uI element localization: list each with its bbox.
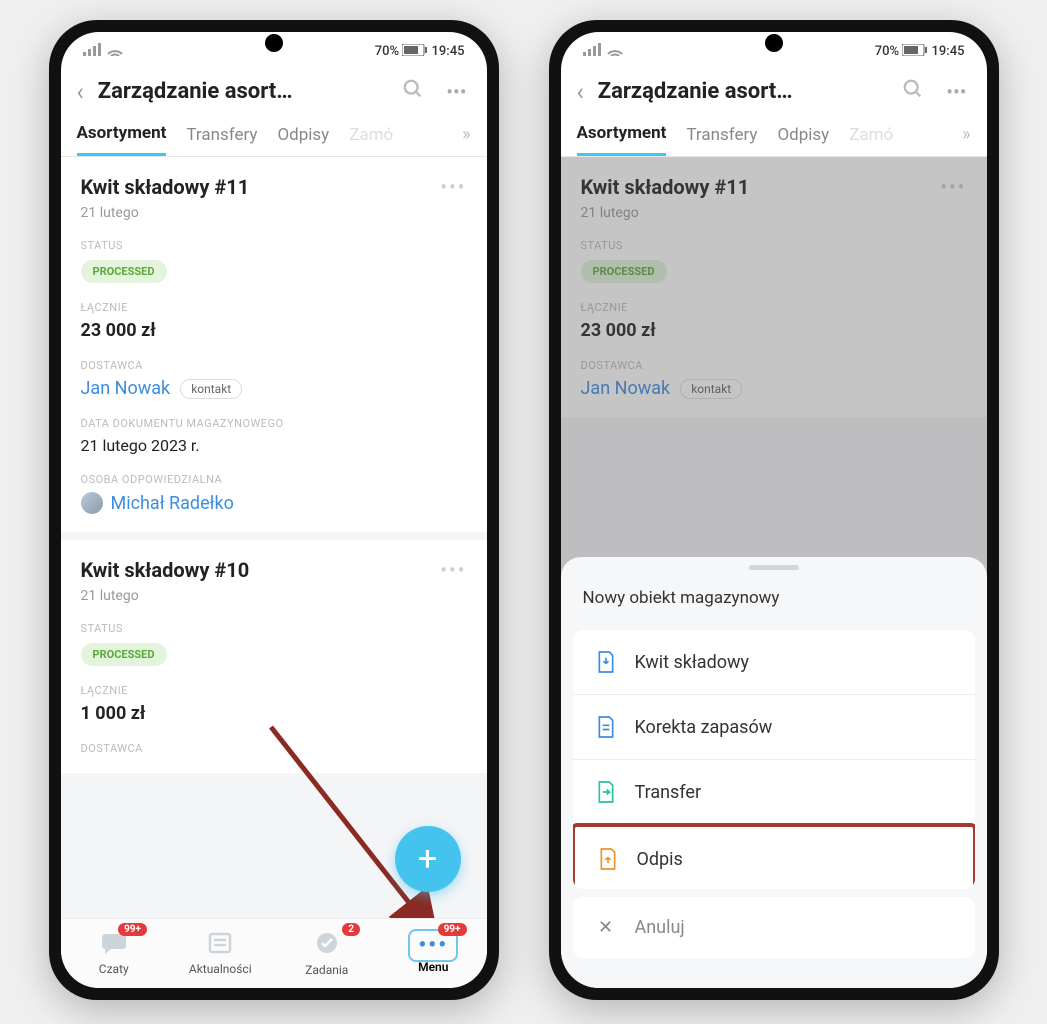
card-item[interactable]: Kwit składowy #11 21 lutego ••• STATUS P… <box>61 157 487 532</box>
docdate-value: 21 lutego 2023 r. <box>81 436 467 455</box>
sheet-cancel[interactable]: ✕ Anuluj <box>573 897 975 958</box>
clock: 19:45 <box>432 44 465 59</box>
status-badge: PROCESSED <box>81 260 167 283</box>
camera-notch <box>765 34 783 52</box>
bottom-sheet: Nowy obiekt magazynowy Kwit składowy Kor… <box>561 557 987 988</box>
signal-icon <box>583 42 623 60</box>
battery-text: 70% <box>375 44 399 59</box>
tabs-scroll-icon[interactable]: » <box>962 124 970 155</box>
document-up-icon <box>597 847 619 871</box>
search-icon[interactable] <box>898 74 928 109</box>
screen-left: 70% 19:45 ‹ Zarządzanie asort… ••• Asort… <box>61 32 487 988</box>
clock: 19:45 <box>932 44 965 59</box>
nav-label: Zadania <box>305 963 348 977</box>
fab-add-button[interactable]: + <box>395 826 461 892</box>
total-label: ŁĄCZNIE <box>81 684 467 697</box>
status-label: STATUS <box>81 622 467 635</box>
document-transfer-icon <box>595 780 617 804</box>
nav-news[interactable]: Aktualności <box>167 919 274 988</box>
app-header: ‹ Zarządzanie asort… ••• <box>61 64 487 117</box>
status-right: 70% 19:45 <box>875 44 965 59</box>
news-icon <box>208 932 232 960</box>
sheet-handle[interactable] <box>749 565 799 570</box>
battery-text: 70% <box>875 44 899 59</box>
sheet-option-transfer[interactable]: Transfer <box>573 760 975 825</box>
card-item[interactable]: Kwit składowy #10 21 lutego ••• STATUS P… <box>61 540 487 773</box>
total-value: 23 000 zł <box>81 320 467 341</box>
more-icon[interactable]: ••• <box>942 76 970 108</box>
close-icon: ✕ <box>595 917 617 938</box>
card-menu-icon[interactable]: ••• <box>440 175 466 199</box>
sheet-option-odpis[interactable]: Odpis <box>573 823 975 889</box>
tab-transfery[interactable]: Transfery <box>686 125 757 155</box>
card-title: Kwit składowy #10 <box>81 558 250 582</box>
responsible-link[interactable]: Michał Radełko <box>111 493 234 514</box>
page-title: Zarządzanie asort… <box>98 79 385 104</box>
status-right: 70% 19:45 <box>375 44 465 59</box>
sheet-cancel-block: ✕ Anuluj <box>573 897 975 958</box>
tab-odpisy[interactable]: Odpisy <box>777 125 829 155</box>
supplier-label: DOSTAWCA <box>81 359 467 372</box>
sheet-option-label: Kwit składowy <box>635 652 750 673</box>
tab-zamowienia[interactable]: Zamó <box>849 125 893 155</box>
nav-menu[interactable]: ••• 99+ Menu <box>380 919 487 988</box>
nav-label: Aktualności <box>189 962 252 976</box>
card-date: 21 lutego <box>81 205 250 221</box>
total-label: ŁĄCZNIE <box>81 301 467 314</box>
sheet-option-label: Korekta zapasów <box>635 717 773 738</box>
sheet-title: Nowy obiekt magazynowy <box>561 574 987 622</box>
supplier-label: DOSTAWCA <box>81 742 467 755</box>
card-date: 21 lutego <box>81 588 250 604</box>
status-badge: PROCESSED <box>81 643 167 666</box>
tabs-scroll-icon[interactable]: » <box>462 124 470 155</box>
sheet-option-label: Odpis <box>637 849 683 870</box>
sheet-option-korekta[interactable]: Korekta zapasów <box>573 695 975 760</box>
screen-right: 70% 19:45 ‹ Zarządzanie asort… ••• Asort… <box>561 32 987 988</box>
phone-left: 70% 19:45 ‹ Zarządzanie asort… ••• Asort… <box>49 20 499 1000</box>
content-scroll[interactable]: Kwit składowy #11 21 lutego ••• STATUS P… <box>61 157 487 988</box>
card-menu-icon[interactable]: ••• <box>440 558 466 582</box>
nav-badge: 99+ <box>118 923 147 936</box>
responsible-label: OSOBA ODPOWIEDZIALNA <box>81 473 467 486</box>
tabs: Asortyment Transfery Odpisy Zamó » <box>561 117 987 157</box>
app-header: ‹ Zarządzanie asort… ••• <box>561 64 987 117</box>
search-icon[interactable] <box>398 74 428 109</box>
tab-odpisy[interactable]: Odpisy <box>277 125 329 155</box>
tabs: Asortyment Transfery Odpisy Zamó » <box>61 117 487 157</box>
card-title: Kwit składowy #11 <box>81 175 250 199</box>
tab-asortyment[interactable]: Asortyment <box>77 123 167 156</box>
back-icon[interactable]: ‹ <box>577 78 584 106</box>
phone-right: 70% 19:45 ‹ Zarządzanie asort… ••• Asort… <box>549 20 999 1000</box>
bottom-nav: 99+ Czaty Aktualności 2 Zadania ••• <box>61 918 487 988</box>
sheet-option-kwit[interactable]: Kwit składowy <box>573 630 975 695</box>
document-swap-icon <box>595 715 617 739</box>
status-label: STATUS <box>81 239 467 252</box>
tab-asortyment[interactable]: Asortyment <box>577 123 667 156</box>
nav-label: Menu <box>418 960 448 974</box>
supplier-link[interactable]: Jan Nowak <box>81 378 171 399</box>
document-down-icon <box>595 650 617 674</box>
nav-tasks[interactable]: 2 Zadania <box>274 919 381 988</box>
content-scroll: Kwit składowy #11 21 lutego ••• STATUS P… <box>561 157 987 988</box>
nav-badge: 2 <box>342 923 360 936</box>
camera-notch <box>265 34 283 52</box>
docdate-label: DATA DOKUMENTU MAGAZYNOWEGO <box>81 417 467 430</box>
total-value: 1 000 zł <box>81 703 467 724</box>
tab-zamowienia[interactable]: Zamó <box>349 125 393 155</box>
supplier-chip[interactable]: kontakt <box>180 379 242 399</box>
page-title: Zarządzanie asort… <box>598 79 885 104</box>
tab-transfery[interactable]: Transfery <box>186 125 257 155</box>
menu-icon: ••• <box>408 933 458 958</box>
avatar <box>81 492 103 514</box>
nav-label: Czaty <box>99 962 129 976</box>
tasks-icon <box>315 931 339 961</box>
back-icon[interactable]: ‹ <box>77 78 84 106</box>
sheet-option-label: Transfer <box>635 782 702 803</box>
nav-chats[interactable]: 99+ Czaty <box>61 919 168 988</box>
signal-icon <box>83 42 123 60</box>
nav-badge: 99+ <box>438 923 467 936</box>
more-icon[interactable]: ••• <box>442 76 470 108</box>
sheet-cancel-label: Anuluj <box>635 917 685 938</box>
sheet-options: Kwit składowy Korekta zapasów Transfer <box>573 630 975 889</box>
